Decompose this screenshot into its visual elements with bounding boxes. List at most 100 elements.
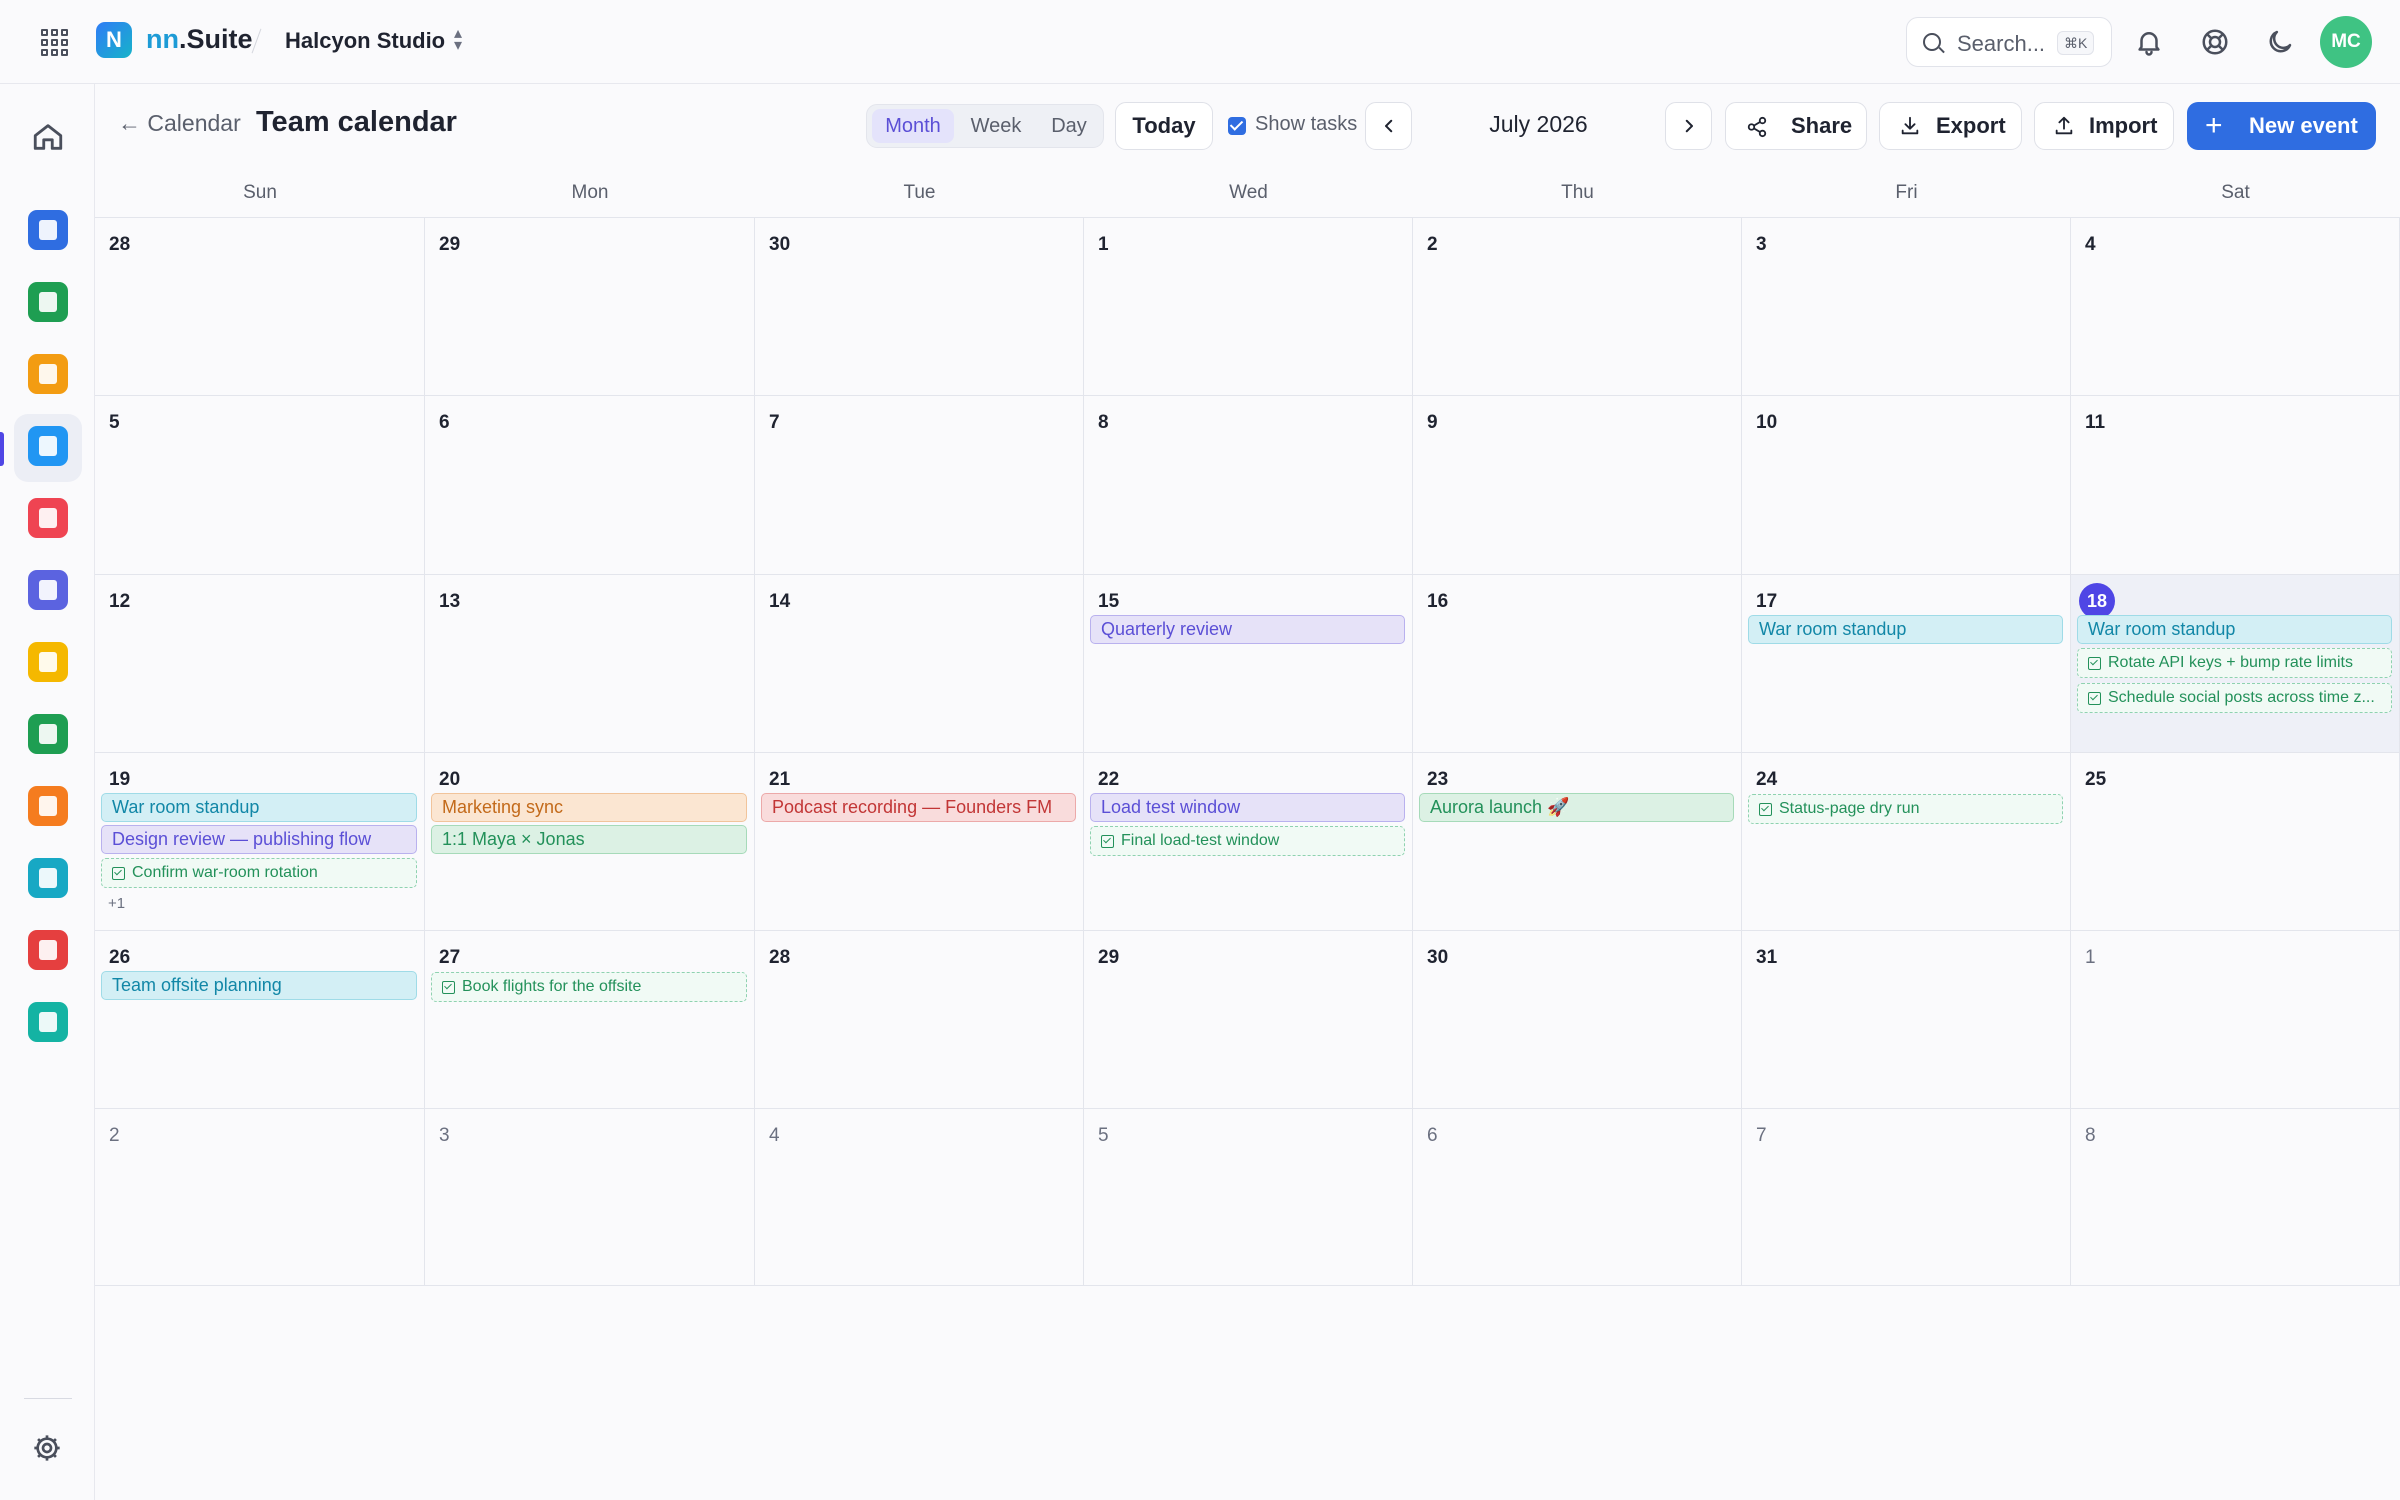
day-number: 13 bbox=[439, 591, 461, 612]
day-cell[interactable]: 30 bbox=[755, 218, 1084, 396]
sidebar-app-forms[interactable] bbox=[28, 570, 68, 610]
day-cell[interactable]: 7 bbox=[755, 396, 1084, 575]
calendar-event[interactable]: Quarterly review bbox=[1090, 615, 1405, 644]
view-month-button[interactable]: Month bbox=[872, 109, 954, 143]
day-cell[interactable]: 6 bbox=[1413, 1109, 1742, 1286]
share-button[interactable]: Share bbox=[1725, 102, 1867, 150]
day-cell[interactable]: 1 bbox=[1084, 218, 1413, 396]
day-cell[interactable]: 31 bbox=[1742, 931, 2071, 1109]
day-cell[interactable]: 3 bbox=[425, 1109, 755, 1286]
calendar-task[interactable]: Book flights for the offsite bbox=[431, 972, 747, 1002]
day-cell[interactable]: 2 bbox=[1413, 218, 1742, 396]
day-cell[interactable]: 21 Podcast recording — Founders FM bbox=[755, 753, 1084, 931]
page-title: Team calendar bbox=[256, 106, 457, 138]
home-icon[interactable] bbox=[31, 120, 65, 154]
sidebar-app-tasks[interactable] bbox=[28, 714, 68, 754]
view-week-button[interactable]: Week bbox=[956, 109, 1036, 143]
day-cell[interactable]: 30 bbox=[1413, 931, 1742, 1109]
day-cell[interactable]: 27 Book flights for the offsite bbox=[425, 931, 755, 1109]
day-cell[interactable]: 19 War room standup Design review — publis… bbox=[95, 753, 425, 931]
more-events-link[interactable]: +1 bbox=[108, 895, 125, 912]
day-cell[interactable]: 6 bbox=[425, 396, 755, 575]
day-cell[interactable]: 7 bbox=[1742, 1109, 2071, 1286]
prev-month-button[interactable] bbox=[1365, 102, 1412, 150]
sidebar-app-chat[interactable] bbox=[28, 858, 68, 898]
avatar[interactable]: MC bbox=[2320, 16, 2372, 68]
calendar-event[interactable]: 1:1 Maya × Jonas bbox=[431, 825, 747, 854]
day-cell[interactable]: 25 bbox=[2071, 753, 2400, 931]
sidebar-app-meet[interactable] bbox=[28, 498, 68, 538]
gear-icon[interactable] bbox=[31, 1432, 63, 1464]
moon-icon[interactable] bbox=[2265, 27, 2295, 57]
calendar-event[interactable]: War room standup bbox=[1748, 615, 2063, 644]
day-cell[interactable]: 23 Aurora launch 🚀 bbox=[1413, 753, 1742, 931]
day-cell[interactable]: 14 bbox=[755, 575, 1084, 753]
day-cell[interactable]: 8 bbox=[1084, 396, 1413, 575]
back-to-calendar-link[interactable]: ← Calendar bbox=[118, 110, 241, 137]
calendar-event[interactable]: War room standup bbox=[2077, 615, 2392, 644]
today-button[interactable]: Today bbox=[1115, 102, 1213, 150]
day-cell[interactable]: 8 bbox=[2071, 1109, 2400, 1286]
lifebuoy-icon[interactable] bbox=[2200, 27, 2230, 57]
import-button[interactable]: Import bbox=[2034, 102, 2174, 150]
workspace-switcher[interactable]: Halcyon Studio bbox=[285, 28, 445, 54]
day-cell[interactable]: 18 War room standup Rotate API keys + bump… bbox=[2071, 575, 2400, 753]
sidebar-app-docs[interactable] bbox=[28, 210, 68, 250]
chevron-updown-icon[interactable]: ▴ ▾ bbox=[450, 26, 466, 54]
day-cell[interactable]: 3 bbox=[1742, 218, 2071, 396]
sidebar-app-mail[interactable] bbox=[28, 930, 68, 970]
day-cell[interactable]: 5 bbox=[1084, 1109, 1413, 1286]
app-brand: nn.Suite bbox=[146, 24, 253, 55]
brand-prefix: nn bbox=[146, 24, 179, 54]
sidebar-app-notes[interactable] bbox=[28, 642, 68, 682]
day-cell[interactable]: 11 bbox=[2071, 396, 2400, 575]
new-event-button[interactable]: + New event bbox=[2187, 102, 2376, 150]
calendar-task[interactable]: Confirm war-room rotation bbox=[101, 858, 417, 888]
calendar-task[interactable]: Schedule social posts across time z... bbox=[2077, 683, 2392, 713]
search-input[interactable]: Search... ⌘K bbox=[1906, 17, 2112, 67]
next-month-button[interactable] bbox=[1665, 102, 1712, 150]
calendar-task[interactable]: Rotate API keys + bump rate limits bbox=[2077, 648, 2392, 678]
day-cell[interactable]: 9 bbox=[1413, 396, 1742, 575]
calendar-task[interactable]: Final load-test window bbox=[1090, 826, 1405, 856]
sidebar-app-slides[interactable] bbox=[28, 354, 68, 394]
day-cell[interactable]: 13 bbox=[425, 575, 755, 753]
day-cell[interactable]: 15 Quarterly review bbox=[1084, 575, 1413, 753]
view-day-button[interactable]: Day bbox=[1038, 109, 1100, 143]
export-button[interactable]: Export bbox=[1879, 102, 2022, 150]
calendar-event[interactable]: Aurora launch 🚀 bbox=[1419, 793, 1734, 822]
calendar-event[interactable]: Team offsite planning bbox=[101, 971, 417, 1000]
day-cell[interactable]: 12 bbox=[95, 575, 425, 753]
day-cell[interactable]: 29 bbox=[425, 218, 755, 396]
day-cell[interactable]: 4 bbox=[755, 1109, 1084, 1286]
day-cell[interactable]: 10 bbox=[1742, 396, 2071, 575]
sidebar-app-sheets[interactable] bbox=[28, 282, 68, 322]
app-logo[interactable]: N bbox=[96, 22, 132, 58]
day-cell[interactable]: 28 bbox=[95, 218, 425, 396]
day-number: 19 bbox=[109, 769, 131, 790]
calendar-task[interactable]: Status-page dry run bbox=[1748, 794, 2063, 824]
calendar-event[interactable]: Load test window bbox=[1090, 793, 1405, 822]
day-cell[interactable]: 16 bbox=[1413, 575, 1742, 753]
day-cell[interactable]: 28 bbox=[755, 931, 1084, 1109]
grid-icon[interactable] bbox=[38, 26, 68, 56]
day-cell[interactable]: 1 bbox=[2071, 931, 2400, 1109]
day-cell[interactable]: 24 Status-page dry run bbox=[1742, 753, 2071, 931]
day-cell[interactable]: 2 bbox=[95, 1109, 425, 1286]
sidebar-app-drive[interactable] bbox=[28, 1002, 68, 1042]
sidebar-app-calendar[interactable] bbox=[28, 426, 68, 466]
day-cell[interactable]: 29 bbox=[1084, 931, 1413, 1109]
calendar-event[interactable]: Podcast recording — Founders FM bbox=[761, 793, 1076, 822]
day-cell[interactable]: 22 Load test window Final load-test window bbox=[1084, 753, 1413, 931]
calendar-event[interactable]: Marketing sync bbox=[431, 793, 747, 822]
day-cell[interactable]: 17 War room standup bbox=[1742, 575, 2071, 753]
day-cell[interactable]: 5 bbox=[95, 396, 425, 575]
calendar-event[interactable]: Design review — publishing flow bbox=[101, 825, 417, 854]
bell-icon[interactable] bbox=[2134, 27, 2164, 57]
day-cell[interactable]: 20 Marketing sync 1:1 Maya × Jonas bbox=[425, 753, 755, 931]
calendar-event[interactable]: War room standup bbox=[101, 793, 417, 822]
sidebar-app-contacts[interactable] bbox=[28, 786, 68, 826]
show-tasks-checkbox[interactable] bbox=[1228, 117, 1246, 135]
day-cell[interactable]: 26 Team offsite planning bbox=[95, 931, 425, 1109]
day-cell[interactable]: 4 bbox=[2071, 218, 2400, 396]
